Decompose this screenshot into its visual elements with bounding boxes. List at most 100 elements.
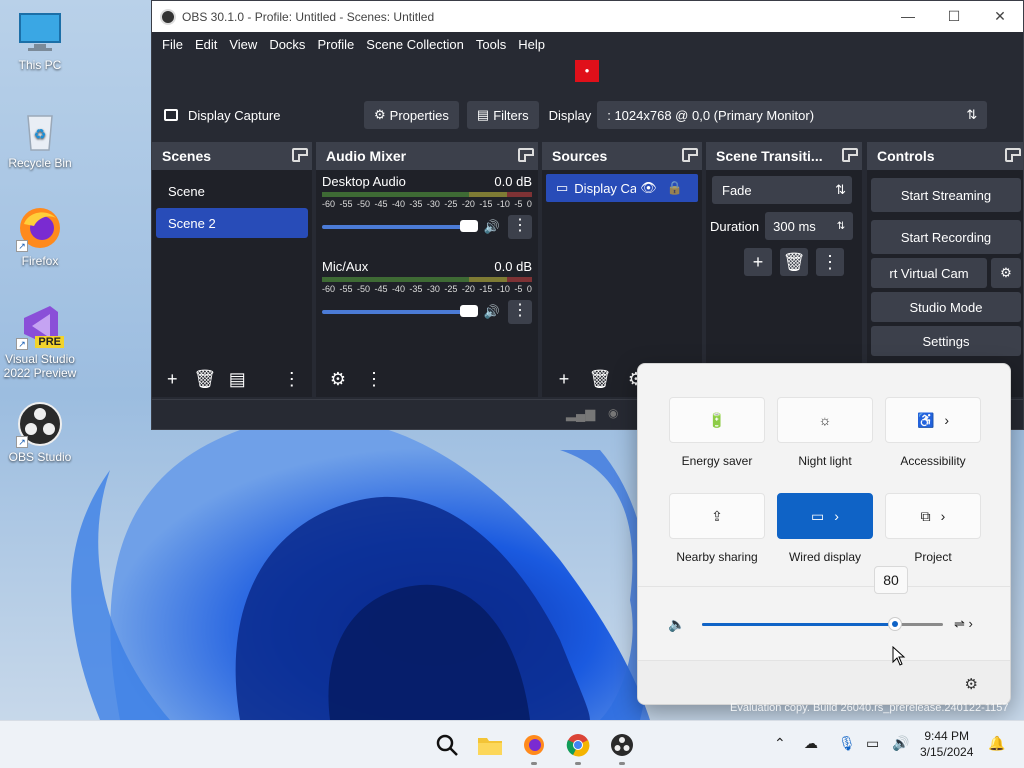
trash-icon[interactable]: 🗑 bbox=[193, 365, 218, 393]
more-icon[interactable]: ⋮ bbox=[508, 215, 532, 239]
desktop-icon-visual-studio[interactable]: PRE ↗ Visual Studio 2022 Preview bbox=[0, 302, 80, 380]
chrome-icon[interactable] bbox=[564, 731, 592, 759]
project-tile[interactable]: ⧉ › bbox=[885, 493, 981, 539]
more-icon[interactable]: ⋮ bbox=[280, 365, 305, 393]
source-checkbox[interactable] bbox=[164, 109, 178, 121]
desktop-icon-recycle-bin[interactable]: ♻ Recycle Bin bbox=[0, 106, 80, 170]
display-select[interactable]: : 1024x768 @ 0,0 (Primary Monitor) ⇅ bbox=[597, 101, 988, 129]
menu-file[interactable]: File bbox=[156, 37, 189, 52]
channel-name: Mic/Aux bbox=[322, 259, 369, 274]
audio-mixer-dock: Audio Mixer Desktop Audio 0.0 dB -60 -55-… bbox=[316, 142, 538, 397]
firefox-icon: ↗ bbox=[16, 204, 64, 252]
volume-fader[interactable] bbox=[322, 220, 478, 232]
menu-scene-collection[interactable]: Scene Collection bbox=[360, 37, 470, 52]
transition-select[interactable]: Fade ⇅ bbox=[712, 176, 852, 204]
audio-output-icon[interactable]: ⇌ › bbox=[954, 616, 973, 632]
mouse-cursor-icon bbox=[892, 646, 906, 666]
studio-mode-button[interactable]: Studio Mode bbox=[871, 292, 1021, 322]
clock[interactable]: 9:44 PM 3/15/2024 bbox=[920, 728, 973, 760]
stepper-icon[interactable]: ⇅ bbox=[837, 221, 845, 232]
obs-icon[interactable] bbox=[608, 731, 636, 759]
obs-window-title: OBS 30.1.0 - Profile: Untitled - Scenes:… bbox=[182, 9, 435, 24]
lock-icon[interactable]: 🔒 bbox=[667, 180, 683, 196]
filter-icon[interactable]: ▤ bbox=[225, 365, 250, 393]
accessibility-tile[interactable]: ♿ › bbox=[885, 397, 981, 443]
undock-icon[interactable] bbox=[842, 148, 858, 162]
speaker-icon[interactable]: 🔊 bbox=[484, 219, 500, 235]
volume-thumb[interactable] bbox=[887, 617, 902, 631]
gear-icon[interactable]: ⚙ bbox=[965, 675, 978, 693]
filters-button[interactable]: ▤ Filters bbox=[466, 101, 539, 129]
volume-icon[interactable]: 🔊 bbox=[892, 735, 909, 752]
add-icon[interactable]: + bbox=[160, 365, 185, 393]
tick: -55 bbox=[339, 284, 353, 294]
obs-preview[interactable]: ● bbox=[152, 56, 1023, 98]
svg-text:♻: ♻ bbox=[34, 126, 47, 142]
menu-edit[interactable]: Edit bbox=[189, 37, 223, 52]
gear-icon[interactable]: ⚙ bbox=[324, 365, 352, 393]
tick: -25 bbox=[444, 284, 458, 294]
undock-icon[interactable] bbox=[682, 148, 698, 162]
scene-item-selected[interactable]: Scene 2 bbox=[156, 208, 308, 238]
undock-icon[interactable] bbox=[1005, 148, 1021, 162]
more-icon[interactable]: ⋮ bbox=[508, 300, 532, 324]
tile-label: Accessibility bbox=[900, 454, 966, 468]
eye-icon[interactable]: 👁 bbox=[640, 180, 657, 196]
menu-view[interactable]: View bbox=[223, 37, 263, 52]
button-label: Start Streaming bbox=[900, 187, 992, 203]
close-button[interactable]: ✕ bbox=[977, 8, 1023, 25]
menu-profile[interactable]: Profile bbox=[311, 37, 360, 52]
search-icon[interactable] bbox=[433, 731, 461, 759]
desktop-icon-this-pc[interactable]: This PC bbox=[0, 8, 80, 72]
fader-knob[interactable] bbox=[459, 220, 478, 232]
desktop-icon-obs[interactable]: ↗ OBS Studio bbox=[0, 400, 80, 464]
add-icon[interactable]: + bbox=[550, 365, 578, 393]
cloud-offline-icon[interactable]: ☁ bbox=[804, 735, 818, 752]
start-streaming-button[interactable]: Start Streaming bbox=[871, 178, 1021, 212]
fader-knob[interactable] bbox=[459, 305, 478, 317]
more-icon[interactable]: ⋮ bbox=[816, 248, 844, 276]
volume-fader[interactable] bbox=[322, 305, 478, 317]
undock-icon[interactable] bbox=[518, 148, 534, 162]
volume-slider[interactable] bbox=[702, 617, 943, 631]
minimize-button[interactable]: — bbox=[885, 8, 931, 25]
obs-title-bar[interactable]: OBS 30.1.0 - Profile: Untitled - Scenes:… bbox=[152, 1, 1023, 32]
network-icon[interactable]: ▭ bbox=[866, 735, 879, 752]
undock-icon[interactable] bbox=[292, 148, 308, 162]
chevron-up-icon[interactable]: ⌃ bbox=[774, 735, 786, 752]
trash-icon[interactable]: 🗑 bbox=[586, 365, 614, 393]
settings-button[interactable]: Settings bbox=[871, 326, 1021, 356]
controls-title: Controls bbox=[877, 148, 935, 164]
scene-item[interactable]: Scene bbox=[156, 176, 308, 206]
notification-bell-icon[interactable]: 🔔 bbox=[988, 735, 1005, 752]
menu-help[interactable]: Help bbox=[512, 37, 551, 52]
add-icon[interactable]: + bbox=[744, 248, 772, 276]
volume-meter bbox=[322, 192, 532, 197]
energy-saver-tile[interactable]: 🔋 bbox=[669, 397, 765, 443]
channel-level: 0.0 dB bbox=[494, 259, 532, 274]
nearby-sharing-tile[interactable]: ⇪ bbox=[669, 493, 765, 539]
speaker-icon[interactable]: 🔊 bbox=[484, 304, 500, 320]
file-explorer-icon[interactable] bbox=[476, 731, 504, 759]
maximize-button[interactable]: ☐ bbox=[931, 8, 977, 25]
firefox-icon[interactable] bbox=[520, 731, 548, 759]
wired-display-tile[interactable]: ▭ › bbox=[777, 493, 873, 539]
speaker-icon[interactable]: 🔈 bbox=[668, 616, 685, 633]
tick: 0 bbox=[526, 199, 532, 209]
microphone-icon[interactable]: 🎙 bbox=[838, 735, 856, 752]
source-item[interactable]: ▭ Display Ca 👁 🔒 bbox=[546, 174, 698, 202]
desktop-icon-firefox[interactable]: ↗ Firefox bbox=[0, 204, 80, 268]
virtual-cam-settings-button[interactable]: ⚙ bbox=[991, 258, 1021, 288]
start-recording-button[interactable]: Start Recording bbox=[871, 220, 1021, 254]
trash-icon[interactable]: 🗑 bbox=[780, 248, 808, 276]
menu-tools[interactable]: Tools bbox=[470, 37, 512, 52]
duration-input[interactable]: 300 ms ⇅ bbox=[765, 212, 854, 240]
properties-button[interactable]: ⚙ Properties bbox=[364, 101, 459, 129]
virtual-cam-button[interactable]: rt Virtual Cam bbox=[871, 258, 987, 288]
quick-settings-footer: ⚙ bbox=[638, 660, 1010, 704]
night-light-tile[interactable]: ☼ bbox=[777, 397, 873, 443]
tick: -20 bbox=[461, 199, 475, 209]
more-icon[interactable]: ⋮ bbox=[360, 365, 388, 393]
gear-icon: ⚙ bbox=[1000, 265, 1012, 280]
menu-docks[interactable]: Docks bbox=[263, 37, 311, 52]
